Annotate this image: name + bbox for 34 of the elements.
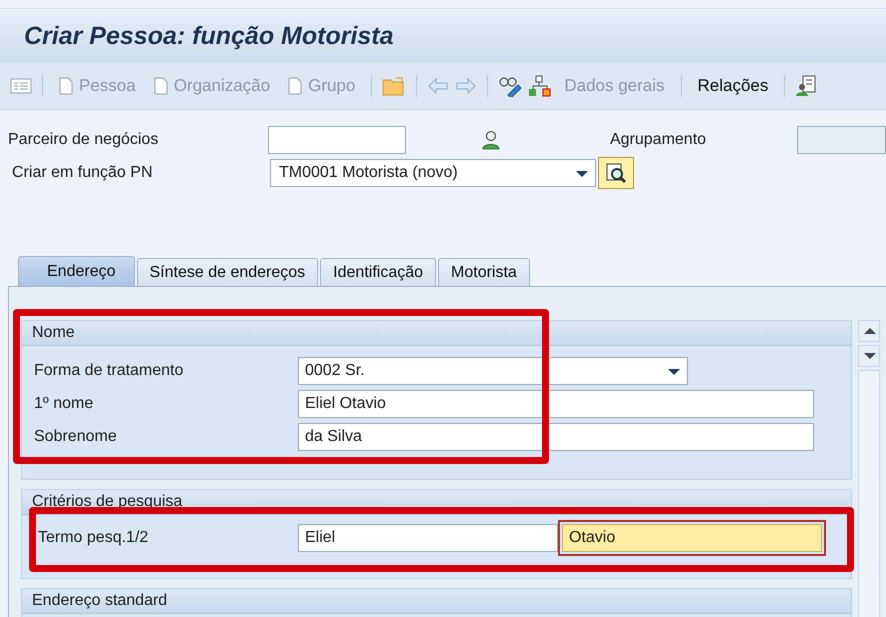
window-title: Criar Pessoa: função Motorista bbox=[24, 22, 394, 50]
search-icon bbox=[605, 162, 627, 184]
field-label: Sobrenome bbox=[34, 428, 118, 446]
hierarchy-icon[interactable] bbox=[528, 75, 552, 97]
field-label: Forma de tratamento bbox=[34, 362, 184, 380]
person-document-icon[interactable] bbox=[795, 75, 818, 97]
field-label: Termo pesq.1/2 bbox=[38, 528, 150, 546]
person-icon[interactable] bbox=[482, 130, 500, 150]
input-field[interactable]: Eliel bbox=[298, 524, 558, 552]
field-label: 1º nome bbox=[34, 394, 94, 412]
tab[interactable]: Endereço bbox=[18, 256, 134, 286]
tab[interactable]: Síntese de endereços bbox=[136, 258, 318, 286]
section-header: Endereço standard bbox=[22, 589, 851, 614]
toolbar-button[interactable]: Relações bbox=[692, 74, 774, 98]
partner-input[interactable] bbox=[268, 126, 406, 154]
document-icon bbox=[59, 77, 73, 95]
scrollbar-track[interactable] bbox=[858, 370, 880, 617]
glasses-pencil-icon[interactable] bbox=[498, 75, 522, 97]
scroll-up-button[interactable] bbox=[858, 320, 880, 342]
document-icon bbox=[154, 77, 168, 95]
input-field[interactable]: Eliel Otavio bbox=[298, 390, 814, 418]
field-label: Agrupamento bbox=[610, 130, 708, 148]
grouping-field[interactable] bbox=[796, 126, 886, 154]
document-icon bbox=[288, 77, 302, 95]
tab[interactable]: Identificação bbox=[320, 258, 436, 286]
section-header: Nome bbox=[22, 321, 851, 346]
scroll-down-button[interactable] bbox=[858, 345, 880, 367]
dropdown-field[interactable]: 0002 Sr. bbox=[298, 356, 688, 384]
tab[interactable]: Motorista bbox=[438, 258, 530, 286]
field-label: Parceiro de negócios bbox=[7, 130, 160, 148]
input-field[interactable]: da Silva bbox=[298, 422, 814, 450]
role-dropdown[interactable]: TM0001 Motorista (novo) bbox=[270, 158, 596, 186]
search-button[interactable] bbox=[598, 156, 634, 188]
field-label: Criar em função PN bbox=[11, 164, 154, 182]
